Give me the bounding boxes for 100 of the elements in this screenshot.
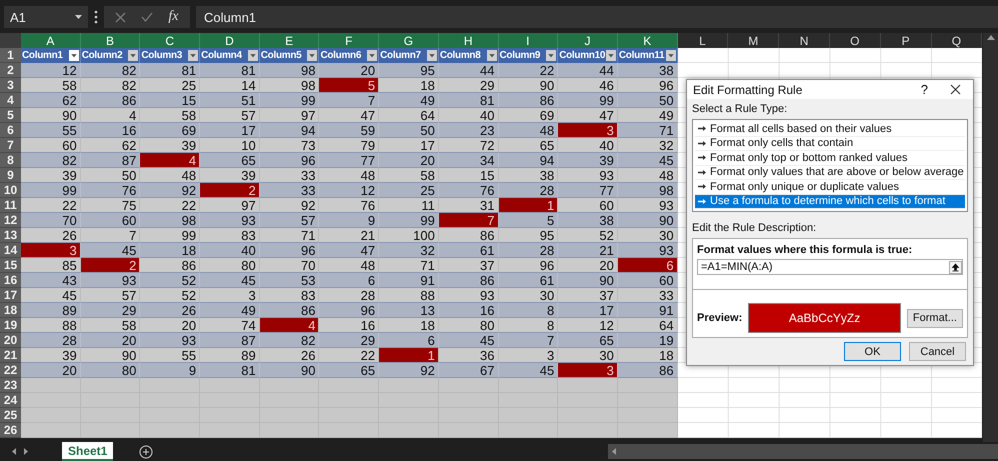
close-icon[interactable]: [950, 84, 961, 95]
row-header[interactable]: 18: [0, 303, 21, 318]
table-cell: 23: [438, 123, 498, 138]
row-header[interactable]: 15: [0, 258, 21, 273]
column-header[interactable]: P: [880, 33, 932, 48]
filter-dropdown-icon[interactable]: [307, 50, 318, 61]
formula-field[interactable]: =A1=MIN(A:A): [697, 259, 963, 275]
column-header[interactable]: D: [200, 33, 260, 48]
row-header[interactable]: 1: [0, 48, 21, 63]
rule-type-item[interactable]: Format only values that are above or below average: [695, 166, 965, 180]
table-cell: 10: [200, 138, 260, 153]
more-icon[interactable]: [94, 10, 98, 24]
row-header[interactable]: 17: [0, 288, 21, 303]
row-header[interactable]: 10: [0, 183, 21, 198]
vertical-scrollbar[interactable]: [983, 33, 998, 442]
column-header[interactable]: J: [558, 33, 618, 48]
rule-type-item[interactable]: Use a formula to determine which cells to format: [695, 194, 965, 209]
rule-type-item[interactable]: Format all cells based on their values: [695, 122, 965, 136]
row-header[interactable]: 13: [0, 228, 21, 243]
table-cell: 50: [618, 93, 678, 108]
row-header[interactable]: 20: [0, 333, 21, 348]
row-header[interactable]: 25: [0, 408, 21, 423]
scroll-left-icon[interactable]: [612, 448, 616, 455]
table-cell: 76: [438, 183, 498, 198]
row-header[interactable]: 23: [0, 378, 21, 393]
row-header[interactable]: 16: [0, 273, 21, 288]
sheet-tab[interactable]: Sheet1: [62, 442, 114, 461]
table-cell: 32: [379, 243, 439, 258]
row-header[interactable]: 3: [0, 78, 21, 93]
filter-dropdown-icon[interactable]: [188, 50, 198, 61]
filter-dropdown-icon[interactable]: [128, 50, 138, 61]
row-header[interactable]: 7: [0, 138, 21, 153]
cancel-button[interactable]: Cancel: [909, 342, 966, 361]
table-cell: 77: [558, 183, 618, 198]
scroll-right-icon[interactable]: [24, 448, 28, 455]
row-header[interactable]: 26: [0, 423, 21, 438]
column-header[interactable]: H: [438, 33, 498, 48]
formula-label: Format values where this formula is true:: [697, 244, 914, 256]
row-header[interactable]: 14: [0, 243, 21, 258]
cancel-icon[interactable]: [115, 12, 126, 22]
column-header[interactable]: K: [618, 33, 678, 48]
ok-button[interactable]: OK: [844, 342, 901, 361]
column-header[interactable]: A: [21, 33, 81, 48]
check-icon[interactable]: [141, 12, 154, 22]
column-header[interactable]: L: [678, 33, 728, 48]
column-header[interactable]: E: [260, 33, 320, 48]
formula-input[interactable]: Column1: [196, 6, 998, 28]
row-header[interactable]: 2: [0, 63, 21, 78]
row-header[interactable]: 21: [0, 348, 21, 363]
filter-dropdown-icon[interactable]: [666, 50, 676, 61]
filter-dropdown-icon[interactable]: [426, 50, 437, 61]
select-all-button[interactable]: [0, 33, 21, 48]
table-cell: 61: [438, 243, 498, 258]
row-header[interactable]: 11: [0, 198, 21, 213]
add-sheet-icon[interactable]: [139, 444, 154, 458]
row-header[interactable]: 19: [0, 318, 21, 333]
rule-type-item[interactable]: Format only top or bottom ranked values: [695, 151, 965, 166]
column-header[interactable]: G: [379, 33, 439, 48]
scroll-left-icon[interactable]: [12, 448, 16, 455]
filter-dropdown-icon[interactable]: [248, 50, 258, 61]
insert-function-button[interactable]: fx: [168, 9, 178, 25]
table-header-cell: Column9: [498, 48, 558, 63]
column-header[interactable]: F: [319, 33, 380, 48]
format-button[interactable]: Format...: [906, 308, 963, 328]
help-button[interactable]: ?: [906, 82, 942, 97]
scroll-up-icon[interactable]: [986, 35, 994, 40]
column-header[interactable]: I: [498, 33, 558, 48]
table-cell: 48: [319, 258, 380, 273]
table-cell: 39: [21, 168, 81, 183]
column-header[interactable]: M: [728, 33, 780, 48]
filter-dropdown-icon[interactable]: [367, 50, 378, 61]
row-header[interactable]: 8: [0, 153, 21, 168]
filter-dropdown-icon[interactable]: [606, 50, 616, 61]
dialog-title: Edit Formatting Rule: [693, 82, 804, 96]
row-header[interactable]: 12: [0, 213, 21, 228]
column-header[interactable]: N: [779, 33, 830, 48]
row-header[interactable]: 4: [0, 93, 21, 108]
table-cell: 17: [558, 303, 618, 318]
rule-type-item[interactable]: Format only cells that contain: [695, 136, 965, 151]
row-header[interactable]: 5: [0, 108, 21, 123]
table-cell: 39: [140, 138, 200, 153]
collapse-icon[interactable]: [949, 260, 962, 274]
table-cell: 94: [260, 123, 320, 138]
column-header[interactable]: C: [140, 33, 200, 48]
filter-dropdown-icon[interactable]: [68, 50, 79, 61]
table-header-cell: Column6: [319, 48, 380, 63]
filter-dropdown-icon[interactable]: [486, 50, 496, 61]
filter-dropdown-icon[interactable]: [546, 50, 556, 61]
row-header[interactable]: 6: [0, 123, 21, 138]
column-header[interactable]: B: [80, 33, 140, 48]
column-header[interactable]: Q: [932, 33, 982, 48]
name-box[interactable]: A1: [4, 6, 88, 28]
row-header[interactable]: 24: [0, 393, 21, 408]
row-header[interactable]: 22: [0, 363, 21, 378]
horizontal-scrollbar[interactable]: [608, 444, 998, 459]
row-header[interactable]: 9: [0, 168, 21, 183]
table-cell: 93: [80, 273, 140, 288]
description-label: Edit the Rule Description:: [692, 222, 818, 234]
rule-type-item[interactable]: Format only unique or duplicate values: [695, 180, 965, 194]
column-header[interactable]: O: [830, 33, 881, 48]
